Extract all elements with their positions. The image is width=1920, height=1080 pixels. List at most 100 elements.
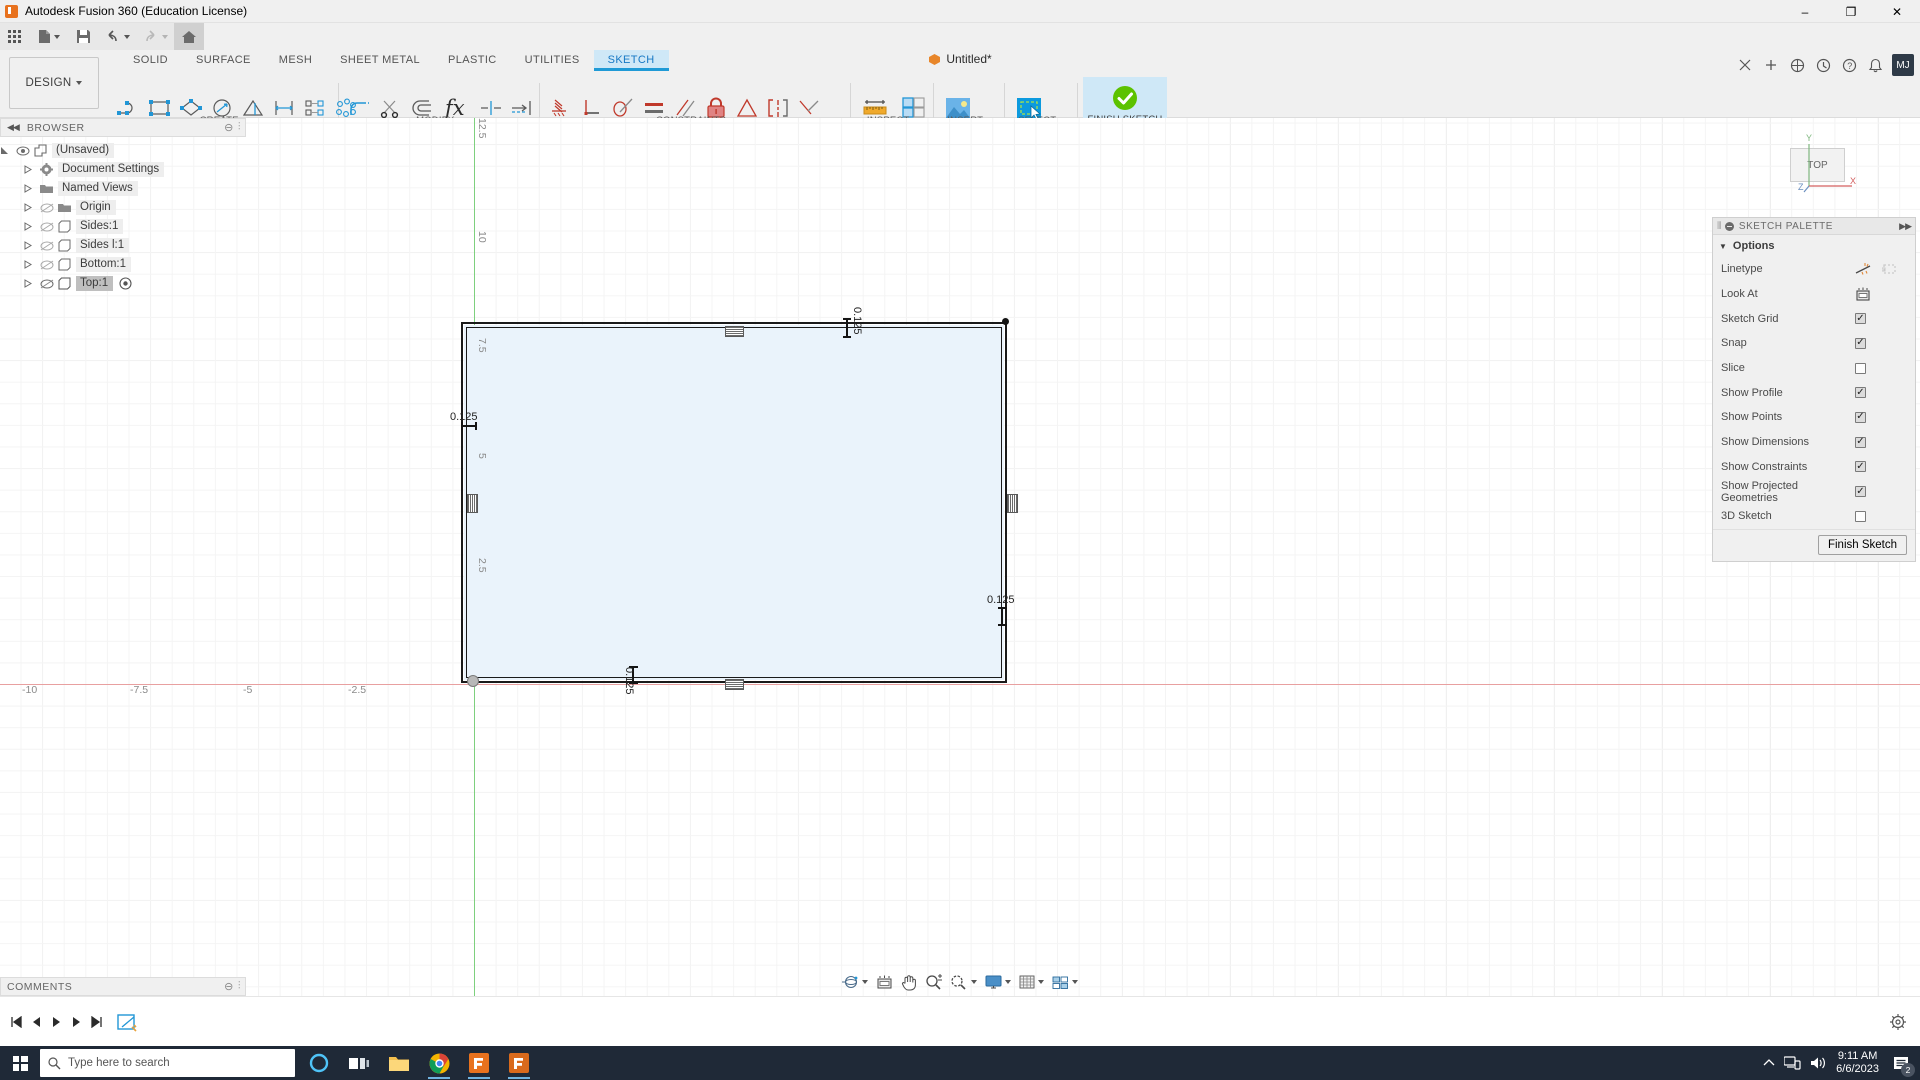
show-profile-checkbox[interactable] bbox=[1855, 387, 1866, 398]
tab-plastic[interactable]: PLASTIC bbox=[434, 50, 511, 71]
cortana-icon[interactable] bbox=[299, 1046, 339, 1080]
active-sketch-indicator-icon[interactable] bbox=[119, 277, 132, 290]
dimension-label-bottom[interactable]: 0.125 bbox=[623, 667, 635, 695]
maximize-button[interactable]: ❐ bbox=[1828, 0, 1874, 23]
palette-row-show-points[interactable]: Show Points bbox=[1713, 405, 1915, 430]
tree-row-bottom-1[interactable]: Bottom:1 bbox=[0, 255, 246, 274]
sketch-point-top-right[interactable] bbox=[1002, 318, 1009, 325]
network-icon[interactable] bbox=[1784, 1056, 1801, 1070]
expand-twist-icon[interactable] bbox=[24, 165, 38, 174]
viewports-tool[interactable] bbox=[1049, 970, 1081, 994]
tab-solid[interactable]: SOLID bbox=[119, 50, 182, 71]
palette-row-show-projected-geometries[interactable]: Show Projected Geometries bbox=[1713, 479, 1915, 504]
show-dimensions-checkbox[interactable] bbox=[1855, 437, 1866, 448]
timeline-step-forward[interactable] bbox=[66, 1010, 86, 1034]
look-at-control[interactable] bbox=[1855, 287, 1915, 302]
horizontal-constraint-glyph-bottom[interactable] bbox=[725, 679, 744, 690]
palette-options-section[interactable]: ▼ Options bbox=[1713, 235, 1915, 257]
pan-tool[interactable] bbox=[898, 970, 920, 994]
dimension-label-right[interactable]: 0.125 bbox=[987, 594, 1015, 606]
expand-twist-icon[interactable] bbox=[24, 222, 38, 231]
tree-row-named-views[interactable]: Named Views bbox=[0, 179, 246, 198]
redo-button[interactable] bbox=[136, 23, 174, 50]
palette-expand-icon[interactable]: ▶▶ bbox=[1899, 221, 1911, 232]
palette-grip-icon[interactable]: ⦀ bbox=[1717, 221, 1722, 232]
palette-finish-sketch-button[interactable]: Finish Sketch bbox=[1818, 535, 1907, 555]
tree-row-sides-1[interactable]: Sides:1 bbox=[0, 217, 246, 236]
timeline-sketch-feature[interactable] bbox=[116, 1011, 138, 1033]
undo-button[interactable] bbox=[98, 23, 136, 50]
palette-row-show-dimensions[interactable]: Show Dimensions bbox=[1713, 430, 1915, 455]
tree-row-document-settings[interactable]: Document Settings bbox=[0, 160, 246, 179]
extensions-icon[interactable] bbox=[1784, 52, 1810, 78]
minimize-button[interactable]: – bbox=[1782, 0, 1828, 23]
visibility-eye-icon[interactable] bbox=[38, 279, 56, 289]
sketch-grid-checkbox[interactable] bbox=[1855, 313, 1866, 324]
palette-row-slice[interactable]: Slice bbox=[1713, 356, 1915, 381]
tree-row-unsaved[interactable]: (Unsaved) bbox=[0, 141, 246, 160]
look-at-tool[interactable] bbox=[873, 970, 896, 994]
expand-twist-icon[interactable] bbox=[0, 146, 14, 155]
notification-center-icon[interactable]: 2 bbox=[1888, 1050, 1914, 1076]
volume-icon[interactable] bbox=[1810, 1056, 1827, 1070]
sketch-origin-point[interactable] bbox=[467, 675, 479, 687]
browser-grip-icon[interactable]: ⫶ bbox=[238, 121, 241, 134]
tab-sketch[interactable]: SKETCH bbox=[594, 50, 669, 71]
tab-mesh[interactable]: MESH bbox=[265, 50, 326, 71]
close-document-icon[interactable] bbox=[1732, 52, 1758, 78]
show-constraints-checkbox[interactable] bbox=[1855, 461, 1866, 472]
vertical-constraint-glyph-right[interactable] bbox=[1007, 494, 1018, 513]
taskbar-search-box[interactable]: Type here to search bbox=[40, 1049, 295, 1077]
taskbar-clock[interactable]: 9:11 AM 6/6/2023 bbox=[1836, 1050, 1879, 1076]
tree-row-origin[interactable]: Origin bbox=[0, 198, 246, 217]
fusion360-taskbar-icon[interactable] bbox=[459, 1046, 499, 1080]
tree-row-sides-l-1[interactable]: Sides l:1 bbox=[0, 236, 246, 255]
home-button[interactable] bbox=[174, 23, 204, 50]
start-button[interactable] bbox=[0, 1046, 40, 1080]
visibility-hidden-icon[interactable] bbox=[38, 241, 56, 251]
timeline-step-back[interactable] bbox=[26, 1010, 46, 1034]
sketch-palette-header[interactable]: ⦀ SKETCH PALETTE ▶▶ bbox=[1713, 218, 1915, 235]
3d-sketch-checkbox[interactable] bbox=[1855, 511, 1866, 522]
horizontal-constraint-glyph-top[interactable] bbox=[725, 326, 744, 337]
slice-checkbox[interactable] bbox=[1855, 363, 1866, 374]
file-explorer-icon[interactable] bbox=[379, 1046, 419, 1080]
workspace-selector[interactable]: DESIGN bbox=[9, 57, 99, 109]
browser-header[interactable]: ◀◀ BROWSER ⊖ ⫶ bbox=[0, 118, 246, 137]
chrome-icon[interactable] bbox=[419, 1046, 459, 1080]
tree-row-top-1[interactable]: Top:1 bbox=[0, 274, 246, 293]
timeline-go-to-end[interactable] bbox=[86, 1010, 106, 1034]
save-button[interactable] bbox=[68, 23, 98, 50]
new-document-button[interactable] bbox=[30, 23, 68, 50]
show-hidden-icons-chevron[interactable] bbox=[1763, 1059, 1775, 1068]
notifications-bell-icon[interactable] bbox=[1862, 52, 1888, 78]
tab-sheet-metal[interactable]: SHEET METAL bbox=[326, 50, 434, 71]
tab-utilities[interactable]: UTILITIES bbox=[511, 50, 594, 71]
dimension-label-top-right[interactable]: 0.125 bbox=[851, 307, 863, 335]
snap-checkbox[interactable] bbox=[1855, 338, 1866, 349]
visibility-eye-icon[interactable] bbox=[14, 146, 32, 156]
avatar[interactable]: MJ bbox=[1892, 54, 1914, 76]
collapse-icon[interactable]: ◀◀ bbox=[7, 122, 19, 133]
visibility-hidden-icon[interactable] bbox=[38, 222, 56, 232]
palette-row-3d-sketch[interactable]: 3D Sketch bbox=[1713, 504, 1915, 529]
orbit-tool[interactable] bbox=[839, 970, 871, 994]
visibility-hidden-icon[interactable] bbox=[38, 203, 56, 213]
help-icon[interactable]: ? bbox=[1836, 52, 1862, 78]
palette-row-show-profile[interactable]: Show Profile bbox=[1713, 380, 1915, 405]
show-projected-geometries-checkbox[interactable] bbox=[1855, 486, 1866, 497]
sketch-rectangle-inner[interactable] bbox=[466, 327, 1002, 678]
palette-row-linetype[interactable]: Linetype bbox=[1713, 257, 1915, 282]
show-points-checkbox[interactable] bbox=[1855, 412, 1866, 423]
palette-row-show-constraints[interactable]: Show Constraints bbox=[1713, 455, 1915, 480]
expand-twist-icon[interactable] bbox=[24, 203, 38, 212]
visibility-hidden-icon[interactable] bbox=[38, 260, 56, 270]
fusion360-active-icon[interactable] bbox=[499, 1046, 539, 1080]
new-tab-icon[interactable] bbox=[1758, 52, 1784, 78]
zoom-window-tool[interactable] bbox=[947, 970, 980, 994]
vertical-constraint-glyph-left[interactable] bbox=[467, 494, 478, 513]
browser-options-icon[interactable]: ⊖ bbox=[224, 121, 234, 134]
grid-settings-tool[interactable] bbox=[1016, 970, 1047, 994]
timeline-settings-icon[interactable] bbox=[1890, 1014, 1906, 1030]
timeline-go-to-beginning[interactable] bbox=[6, 1010, 26, 1034]
